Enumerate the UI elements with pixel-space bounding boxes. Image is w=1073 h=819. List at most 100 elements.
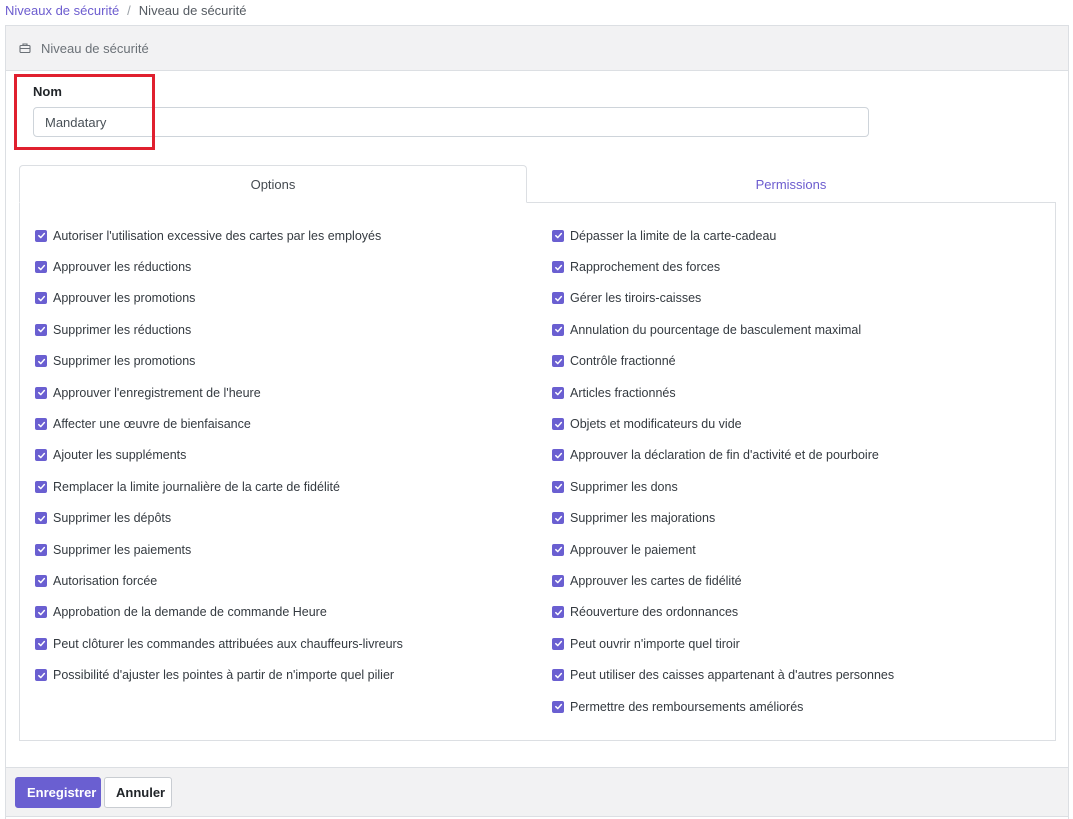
checkbox[interactable] bbox=[552, 606, 564, 619]
checkbox[interactable] bbox=[552, 292, 564, 305]
option-item[interactable]: Supprimer les promotions bbox=[35, 346, 536, 377]
checkbox[interactable] bbox=[35, 480, 47, 493]
option-label: Approbation de la demande de commande He… bbox=[53, 605, 327, 620]
option-label: Dépasser la limite de la carte-cadeau bbox=[570, 228, 777, 243]
option-item[interactable]: Possibilité d'ajuster les pointes à part… bbox=[35, 659, 536, 690]
checkbox[interactable] bbox=[35, 637, 47, 650]
checkbox[interactable] bbox=[35, 355, 47, 368]
check-icon bbox=[554, 515, 562, 521]
check-icon bbox=[554, 452, 562, 459]
option-item[interactable]: Approuver le paiement bbox=[552, 534, 1055, 565]
checkbox[interactable] bbox=[35, 449, 47, 462]
checkbox[interactable] bbox=[552, 386, 564, 399]
checkbox[interactable] bbox=[552, 543, 564, 556]
options-panel: Autoriser l'utilisation excessive des ca… bbox=[19, 202, 1056, 741]
checkbox[interactable] bbox=[35, 292, 47, 305]
option-item[interactable]: Approuver les promotions bbox=[35, 283, 536, 314]
tabs-area: Options Permissions Autoriser l'utilisat… bbox=[19, 165, 1056, 741]
option-item[interactable]: Supprimer les dépôts bbox=[35, 503, 536, 534]
checkbox[interactable] bbox=[35, 323, 47, 336]
option-label: Objets et modificateurs du vide bbox=[570, 417, 742, 432]
option-item[interactable]: Remplacer la limite journalière de la ca… bbox=[35, 471, 536, 502]
option-label: Remplacer la limite journalière de la ca… bbox=[53, 479, 340, 494]
option-label: Supprimer les majorations bbox=[570, 511, 716, 526]
checkbox[interactable] bbox=[552, 449, 564, 462]
option-item[interactable]: Approbation de la demande de commande He… bbox=[35, 597, 536, 628]
name-label: Nom bbox=[33, 84, 62, 99]
tab-options[interactable]: Options bbox=[19, 165, 527, 203]
options-column-right: Dépasser la limite de la carte-cadeau Rap… bbox=[536, 220, 1055, 740]
checkbox[interactable] bbox=[552, 669, 564, 682]
form-footer: Enregistrer Annuler bbox=[5, 767, 1069, 817]
option-item[interactable]: Permettre des remboursements améliorés bbox=[552, 691, 1055, 722]
cancel-button[interactable]: Annuler bbox=[104, 776, 172, 808]
option-label: Permettre des remboursements améliorés bbox=[570, 699, 804, 714]
checkbox[interactable] bbox=[35, 261, 47, 274]
option-label: Annulation du pourcentage de basculement… bbox=[570, 322, 862, 337]
option-item[interactable]: Approuver les cartes de fidélité bbox=[552, 565, 1055, 596]
checkbox[interactable] bbox=[35, 418, 47, 431]
option-item[interactable]: Supprimer les réductions bbox=[35, 314, 536, 345]
option-item[interactable]: Approuver les réductions bbox=[35, 251, 536, 282]
check-icon bbox=[37, 232, 45, 239]
option-item[interactable]: Gérer les tiroirs-caisses bbox=[552, 283, 1055, 314]
save-button[interactable]: Enregistrer bbox=[15, 776, 101, 808]
tab-bar: Options Permissions bbox=[19, 165, 1056, 203]
option-item[interactable]: Peut clôturer les commandes attribuées a… bbox=[35, 628, 536, 659]
check-icon bbox=[554, 264, 562, 270]
option-item[interactable]: Ajouter les suppléments bbox=[35, 440, 536, 471]
checkbox[interactable] bbox=[552, 480, 564, 493]
option-item[interactable]: Supprimer les paiements bbox=[35, 534, 536, 565]
option-item[interactable]: Autorisation forcée bbox=[35, 565, 536, 596]
checkbox[interactable] bbox=[552, 418, 564, 431]
option-item[interactable]: Affecter une œuvre de bienfaisance bbox=[35, 408, 536, 439]
checkbox[interactable] bbox=[35, 574, 47, 587]
tab-permissions[interactable]: Permissions bbox=[527, 165, 1055, 203]
checkbox[interactable] bbox=[552, 355, 564, 368]
check-icon bbox=[37, 578, 45, 584]
check-icon bbox=[37, 609, 45, 616]
checkbox[interactable] bbox=[552, 512, 564, 525]
option-item[interactable]: Articles fractionnés bbox=[552, 377, 1055, 408]
check-icon bbox=[554, 484, 562, 490]
option-item[interactable]: Réouverture des ordonnances bbox=[552, 597, 1055, 628]
option-item[interactable]: Contrôle fractionné bbox=[552, 346, 1055, 377]
card-header: Niveau de sécurité bbox=[6, 26, 1068, 71]
breadcrumb-separator: / bbox=[127, 2, 131, 18]
option-label: Supprimer les réductions bbox=[53, 322, 192, 337]
option-item[interactable]: Dépasser la limite de la carte-cadeau bbox=[552, 220, 1055, 251]
checkbox[interactable] bbox=[35, 543, 47, 556]
option-label: Approuver le paiement bbox=[570, 542, 696, 557]
check-icon bbox=[554, 672, 562, 678]
check-icon bbox=[37, 421, 45, 427]
option-label: Possibilité d'ajuster les pointes à part… bbox=[53, 668, 395, 683]
option-label: Peut clôturer les commandes attribuées a… bbox=[53, 636, 403, 651]
option-item[interactable]: Supprimer les dons bbox=[552, 471, 1055, 502]
briefcase-icon bbox=[19, 42, 31, 54]
check-icon bbox=[37, 515, 45, 521]
checkbox[interactable] bbox=[35, 229, 47, 242]
checkbox[interactable] bbox=[552, 229, 564, 242]
checkbox[interactable] bbox=[552, 700, 564, 713]
option-item[interactable]: Annulation du pourcentage de basculement… bbox=[552, 314, 1055, 345]
checkbox[interactable] bbox=[35, 512, 47, 525]
option-item[interactable]: Peut utiliser des caisses appartenant à … bbox=[552, 659, 1055, 690]
checkbox[interactable] bbox=[552, 637, 564, 650]
check-icon bbox=[554, 232, 562, 239]
option-item[interactable]: Approuver la déclaration de fin d'activi… bbox=[552, 440, 1055, 471]
checkbox[interactable] bbox=[552, 574, 564, 587]
checkbox[interactable] bbox=[552, 261, 564, 274]
option-item[interactable]: Approuver l'enregistrement de l'heure bbox=[35, 377, 536, 408]
checkbox[interactable] bbox=[35, 386, 47, 399]
breadcrumb-link-security-levels[interactable]: Niveaux de sécurité bbox=[5, 3, 119, 18]
check-icon bbox=[554, 703, 562, 710]
checkbox[interactable] bbox=[35, 669, 47, 682]
option-item[interactable]: Supprimer les majorations bbox=[552, 503, 1055, 534]
option-item[interactable]: Rapprochement des forces bbox=[552, 251, 1055, 282]
option-item[interactable]: Peut ouvrir n'importe quel tiroir bbox=[552, 628, 1055, 659]
checkbox[interactable] bbox=[552, 323, 564, 336]
checkbox[interactable] bbox=[35, 606, 47, 619]
name-input[interactable] bbox=[33, 107, 869, 137]
option-item[interactable]: Autoriser l'utilisation excessive des ca… bbox=[35, 220, 536, 251]
option-item[interactable]: Objets et modificateurs du vide bbox=[552, 408, 1055, 439]
